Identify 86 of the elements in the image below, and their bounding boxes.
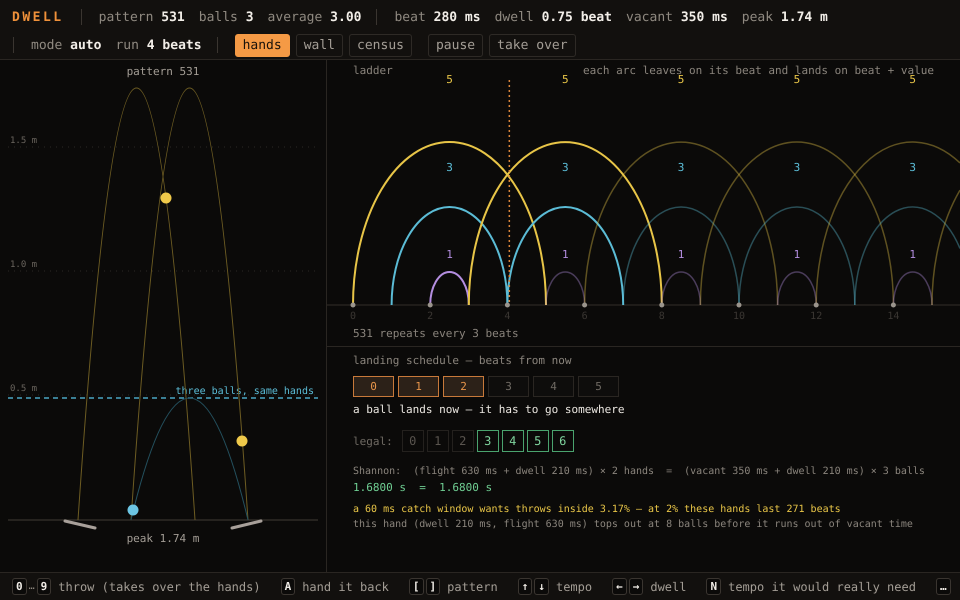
- schedule-slot: 4: [533, 376, 574, 397]
- key-cap: →: [628, 578, 644, 595]
- hand: [230, 520, 262, 530]
- stat-readout: balls 3: [198, 10, 254, 24]
- ladder-caption: 531 repeats every 3 beats: [353, 327, 519, 340]
- key-cap: ]: [426, 578, 440, 595]
- setting-readout: mode auto: [31, 38, 102, 52]
- throw-value: 5: [678, 73, 684, 86]
- throw-value: 3: [562, 161, 569, 174]
- shortcut-label: dwell: [650, 580, 686, 594]
- stat-readout: peak 1.74 m: [742, 10, 828, 24]
- key-cap: 0: [12, 578, 27, 595]
- ball: [160, 192, 172, 204]
- throw-value: 1: [562, 248, 569, 261]
- stat-readout: vacant 350 ms: [626, 10, 728, 24]
- peak-caption: peak 1.74 m: [126, 532, 200, 545]
- legal-label: legal:: [353, 434, 393, 448]
- throw-option[interactable]: 5: [526, 430, 549, 452]
- throw-value: 5: [446, 73, 453, 86]
- throw-value: 5: [562, 73, 569, 86]
- stat-readout: average 3.00: [268, 10, 362, 24]
- throw-value: 3: [446, 161, 453, 174]
- stat-readout: dwell 0.75 beat: [494, 10, 612, 24]
- throw-value: 1: [909, 248, 916, 261]
- view-tab[interactable]: wall: [296, 34, 344, 56]
- stat-readout: pattern 531: [98, 10, 185, 24]
- ball: [128, 504, 138, 516]
- view-tab[interactable]: hands: [234, 34, 290, 56]
- throw-value: 1: [446, 248, 453, 261]
- key-cap: [: [408, 578, 424, 595]
- height-label: 0.5 m: [10, 384, 38, 394]
- hand: [64, 520, 96, 530]
- beat-dot: [814, 302, 819, 308]
- ball: [236, 436, 248, 446]
- ladder-title: ladder: [353, 64, 393, 77]
- shortcut-label: pattern: [447, 580, 498, 594]
- beat-dot: [428, 302, 433, 308]
- beat-dot: [736, 302, 742, 308]
- shortcut-label: throw (takes over the hands): [58, 580, 261, 594]
- throw-value: 3: [794, 161, 800, 174]
- throw-value: 3: [678, 161, 684, 174]
- beat-dot: [582, 302, 588, 308]
- view-tab[interactable]: census: [349, 34, 412, 56]
- beat-dot: [659, 302, 664, 308]
- stat-readout: beat 280 ms: [394, 10, 481, 24]
- shannon-equation: Shannon: (flight 630 ms + dwell 210 ms) × 2 hands = (vacant 350 ms + dwell 210 ms) × 3 balls: [353, 466, 926, 477]
- beat-dot: [890, 302, 896, 308]
- throw-option[interactable]: 3: [476, 430, 499, 452]
- key-joiner: …: [28, 581, 35, 592]
- key-cap: ↑: [518, 578, 532, 595]
- setting-readout: run 4 beats: [115, 38, 202, 52]
- height-label: 1.0 m: [10, 260, 38, 270]
- throw-value: 1: [678, 248, 684, 261]
- throw-value: 1: [794, 248, 800, 261]
- key-cap: A: [280, 578, 296, 595]
- key-cap: 9: [36, 578, 52, 595]
- shortcut-label: hand it back: [302, 580, 389, 594]
- beat-dot: [350, 302, 356, 308]
- beat-dot: [504, 302, 510, 308]
- key-cap: N: [706, 578, 722, 595]
- reference-label: three balls, same hands: [176, 386, 314, 397]
- schedule-slot: 3: [488, 376, 529, 397]
- action-button[interactable]: take over: [489, 34, 576, 56]
- schedule-slot: 1: [398, 376, 439, 397]
- throw-value: 5: [909, 73, 916, 86]
- schedule-slot: 5: [578, 376, 619, 397]
- warning-text: a 60 ms catch window wants throws inside 3.17% — at 2% these hands last 271 beats: [353, 504, 842, 515]
- schedule-slot: 0: [353, 376, 394, 397]
- capacity-note: this hand (dwell 210 ms, flight 630 ms) tops out at 8 balls before it runs out of vacant time: [353, 519, 914, 530]
- key-cap: ←: [612, 578, 627, 595]
- equation-result: 1.6800 s = 1.6800 s: [353, 481, 494, 494]
- throw-value: 5: [794, 73, 800, 86]
- view-title: pattern 531: [126, 65, 200, 78]
- action-button[interactable]: pause: [428, 34, 484, 56]
- schedule-slot: 2: [443, 376, 484, 397]
- height-label: 1.5 m: [10, 136, 38, 146]
- throw-value: 3: [909, 161, 916, 174]
- throw-option[interactable]: 6: [552, 430, 574, 452]
- key-cap: …: [936, 578, 951, 595]
- shortcut-label: tempo: [556, 580, 592, 594]
- schedule-message: a ball lands now — it has to go somewhere: [353, 403, 626, 416]
- schedule-title: landing schedule — beats from now: [353, 354, 573, 367]
- key-cap: ↓: [534, 578, 549, 595]
- throw-option[interactable]: 4: [502, 430, 524, 452]
- app-title: DWELL: [12, 10, 64, 24]
- shortcut-label: tempo it would really need: [728, 580, 916, 594]
